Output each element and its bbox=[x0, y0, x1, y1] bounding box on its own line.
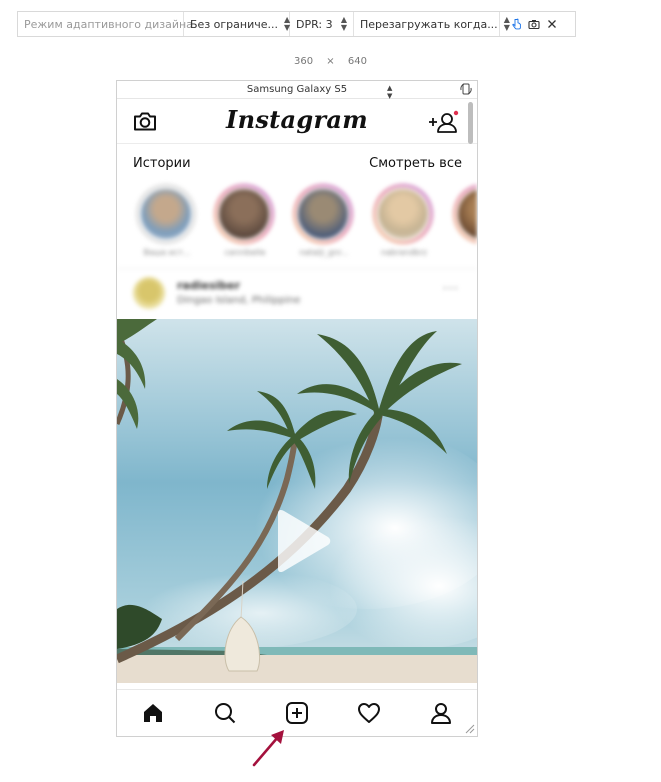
rotate-icon[interactable] bbox=[459, 82, 473, 96]
post-avatar[interactable] bbox=[133, 277, 165, 309]
select-arrows-icon: ▲ ▼ bbox=[340, 15, 347, 32]
resize-handle-icon[interactable] bbox=[465, 724, 475, 734]
viewport-width[interactable]: 360 bbox=[294, 56, 313, 67]
story-item[interactable]: natalji_gnr... bbox=[293, 184, 355, 257]
select-arrows-icon: ▲ ▼ bbox=[503, 15, 510, 32]
post-video[interactable] bbox=[117, 319, 477, 683]
story-avatar bbox=[217, 187, 271, 241]
story-avatar bbox=[139, 187, 193, 241]
story-name: ... bbox=[453, 248, 477, 257]
story-ring bbox=[293, 184, 353, 244]
search-icon[interactable] bbox=[212, 700, 238, 726]
profile-icon[interactable] bbox=[428, 700, 454, 726]
post-username[interactable]: radiesiber bbox=[177, 279, 240, 292]
stories-header: Истории Смотреть все bbox=[117, 144, 477, 182]
story-ring bbox=[136, 184, 196, 244]
story-item[interactable]: Ваша ист... bbox=[136, 184, 198, 257]
add-user-icon[interactable] bbox=[427, 109, 461, 135]
instagram-logo[interactable]: Instagram bbox=[117, 105, 477, 134]
times-sign: × bbox=[326, 56, 335, 67]
add-post-icon[interactable] bbox=[284, 700, 310, 726]
touch-icon[interactable] bbox=[510, 18, 522, 30]
screenshot-camera-icon[interactable] bbox=[528, 18, 540, 30]
story-item[interactable]: ... bbox=[453, 184, 477, 257]
viewport-size: 360 × 640 bbox=[0, 56, 661, 67]
story-ring bbox=[453, 184, 477, 244]
viewport-height[interactable]: 640 bbox=[348, 56, 367, 67]
heart-icon[interactable] bbox=[356, 700, 382, 726]
responsive-mode-select[interactable]: Режим адаптивного дизайна bbox=[18, 12, 193, 36]
story-ring bbox=[214, 184, 274, 244]
story-avatar bbox=[456, 187, 477, 241]
story-item[interactable]: nabrandbrz bbox=[373, 184, 435, 257]
story-avatar bbox=[296, 187, 350, 241]
stories-row: Ваша ист... cannibelle natalji_gnr... na… bbox=[117, 182, 477, 269]
device-bar: Samsung Galaxy S5 ▲ ▼ bbox=[117, 81, 477, 100]
story-item[interactable]: cannibelle bbox=[214, 184, 276, 257]
responsive-mode-label: Режим адаптивного дизайна bbox=[24, 17, 193, 31]
device-name[interactable]: Samsung Galaxy S5 bbox=[247, 84, 347, 95]
device-select-arrows-icon[interactable]: ▲ ▼ bbox=[387, 84, 392, 100]
post-location[interactable]: Dingao Island, Philippine bbox=[177, 295, 300, 306]
home-icon[interactable] bbox=[140, 700, 166, 726]
throttling-label: Без ограниче... bbox=[190, 17, 278, 31]
instagram-header: Instagram bbox=[117, 99, 477, 144]
post-header: radiesiber Dingao Island, Philippine ··· bbox=[117, 269, 477, 319]
throttling-select[interactable]: Без ограниче... ▲ ▼ bbox=[184, 12, 290, 36]
reload-condition-select[interactable]: Перезагружать когда... ▲ ▼ bbox=[354, 12, 510, 36]
story-avatar bbox=[376, 187, 430, 241]
story-name: natalji_gnr... bbox=[299, 248, 349, 257]
dpr-select[interactable]: DPR: 3 ▲ ▼ bbox=[290, 12, 354, 36]
reload-condition-label: Перезагружать когда... bbox=[360, 17, 498, 31]
watch-all-link[interactable]: Смотреть все bbox=[369, 156, 462, 171]
story-name: Ваша ист... bbox=[143, 248, 191, 257]
more-options-icon[interactable]: ··· bbox=[443, 281, 459, 297]
play-icon[interactable] bbox=[270, 509, 334, 573]
bottom-nav bbox=[117, 689, 477, 736]
responsive-toolbar: Режим адаптивного дизайна Без ограниче..… bbox=[17, 11, 576, 37]
post-image bbox=[117, 319, 477, 683]
story-ring bbox=[373, 184, 433, 244]
close-icon[interactable] bbox=[546, 18, 558, 30]
scrollbar-thumb[interactable] bbox=[468, 102, 473, 144]
annotation-arrow-icon bbox=[252, 730, 284, 767]
stories-title: Истории bbox=[133, 155, 191, 171]
dpr-label: DPR: 3 bbox=[296, 17, 333, 31]
device-viewport: Samsung Galaxy S5 ▲ ▼ Instagram Истории С… bbox=[116, 80, 478, 737]
story-name: cannibelle bbox=[224, 248, 266, 257]
story-name: nabrandbrz bbox=[381, 248, 427, 257]
